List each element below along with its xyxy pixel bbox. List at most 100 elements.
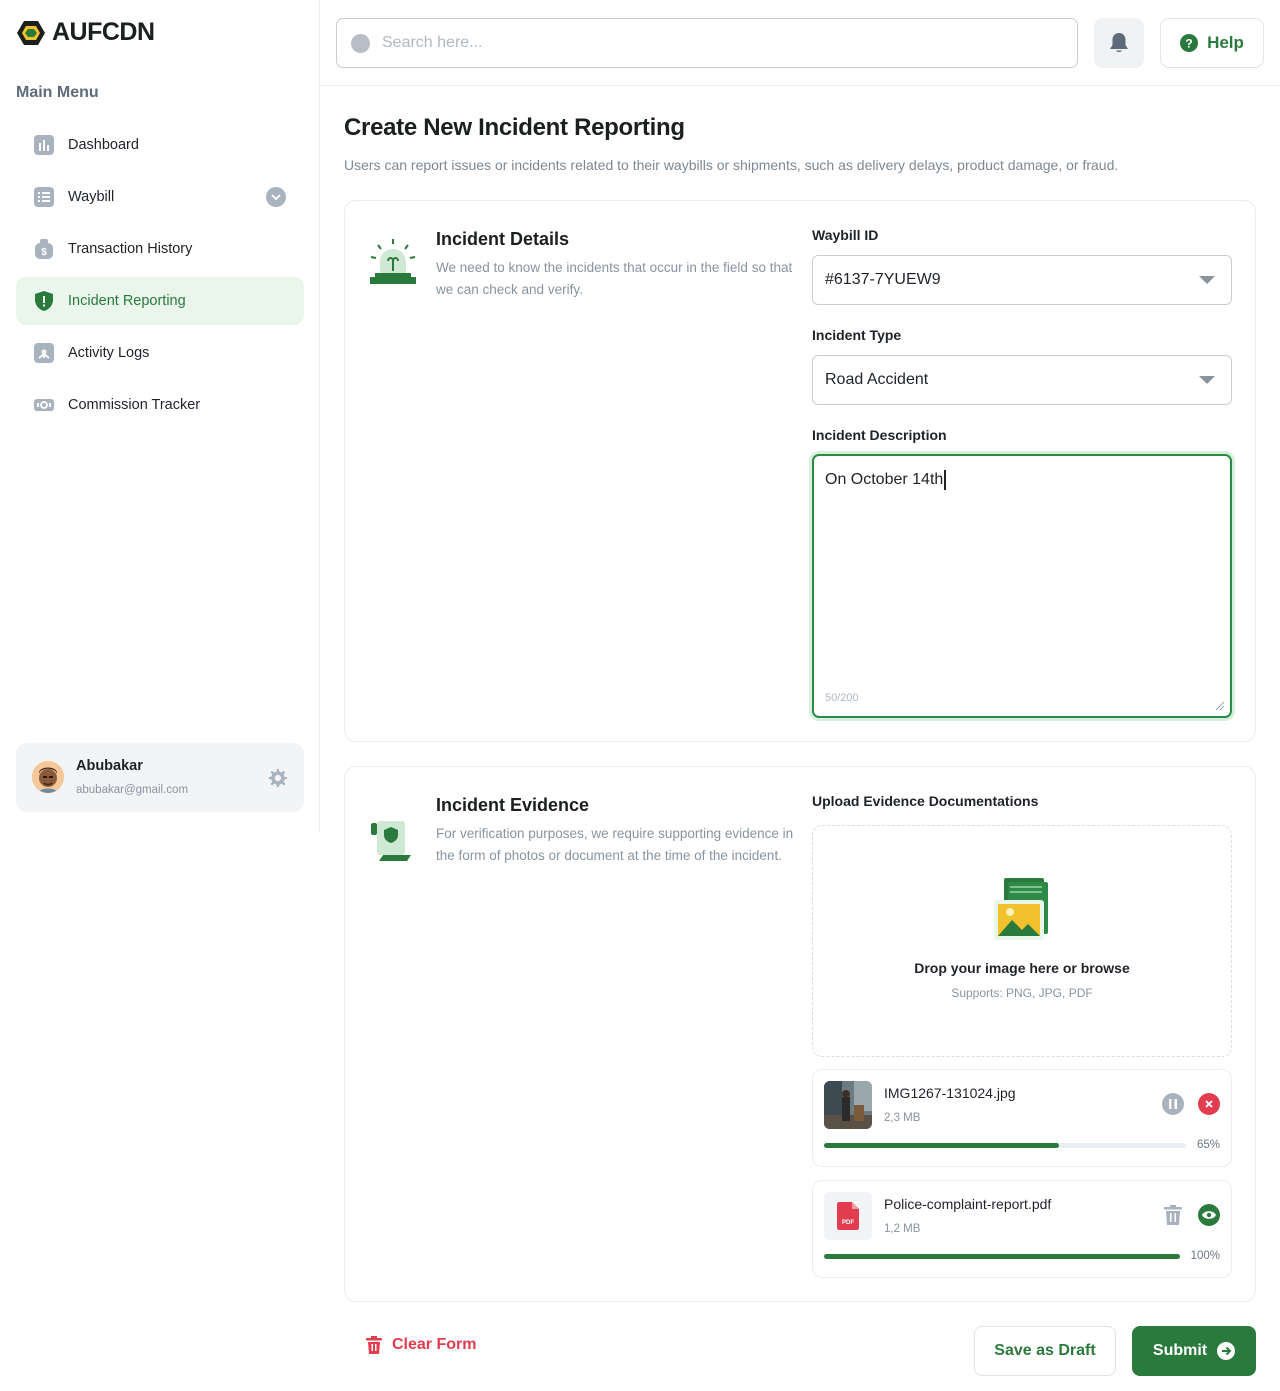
save-draft-button[interactable]: Save as Draft bbox=[974, 1326, 1116, 1376]
dropzone-title: Drop your image here or browse bbox=[914, 960, 1130, 976]
chevron-down-icon[interactable] bbox=[266, 187, 286, 207]
incident-evidence-card: Incident Evidence For verification purpo… bbox=[344, 766, 1256, 1302]
sidebar-item-label: Commission Tracker bbox=[68, 397, 201, 413]
clear-form-button[interactable]: Clear Form bbox=[366, 1336, 476, 1354]
menu-title: Main Menu bbox=[16, 84, 99, 101]
pause-upload-button[interactable] bbox=[1162, 1093, 1184, 1115]
upload-label: Upload Evidence Documentations bbox=[812, 793, 1039, 809]
sidebar-item-transaction-history[interactable]: $ Transaction History bbox=[16, 225, 304, 273]
submit-button[interactable]: Submit bbox=[1132, 1326, 1256, 1376]
image-upload-icon bbox=[994, 878, 1048, 940]
file-thumbnail bbox=[824, 1081, 872, 1129]
sidebar-item-label: Waybill bbox=[68, 189, 115, 205]
activity-icon bbox=[34, 343, 54, 363]
clear-form-label: Clear Form bbox=[392, 1336, 477, 1353]
file-size: 1,2 MB bbox=[884, 1223, 921, 1235]
incident-description-value: On October 14th bbox=[825, 471, 944, 489]
incident-evidence-description: For verification purposes, we require su… bbox=[436, 826, 794, 863]
search-box[interactable] bbox=[336, 18, 1078, 68]
preview-file-button[interactable] bbox=[1198, 1204, 1220, 1226]
user-email: abubakar@gmail.com bbox=[76, 784, 189, 796]
save-draft-label: Save as Draft bbox=[994, 1342, 1096, 1359]
waybill-id-select[interactable]: #6137-7YUEW9 bbox=[812, 255, 1232, 305]
upload-progress-fill bbox=[824, 1143, 1060, 1148]
search-icon bbox=[351, 33, 370, 53]
upload-progress-track bbox=[824, 1143, 1186, 1148]
incident-type-select[interactable]: Road Accident bbox=[812, 355, 1232, 405]
cancel-upload-button[interactable] bbox=[1198, 1093, 1220, 1115]
trash-icon bbox=[366, 1336, 382, 1354]
sidebar-item-activity-logs[interactable]: Activity Logs bbox=[16, 329, 304, 377]
notifications-button[interactable] bbox=[1094, 18, 1144, 68]
arrow-right-circle-icon bbox=[1217, 1342, 1236, 1360]
upload-file-item: PDF Police-complaint-report.pdf 1,2 MB 1… bbox=[812, 1180, 1232, 1278]
incident-description-textarea[interactable]: On October 14th 50/200 bbox=[812, 454, 1232, 718]
incident-details-card: Incident Details We need to know the inc… bbox=[344, 200, 1256, 742]
file-name: IMG1267-131024.jpg bbox=[884, 1085, 1016, 1101]
delete-file-button[interactable] bbox=[1162, 1204, 1184, 1226]
waybill-id-value: #6137-7YUEW9 bbox=[825, 271, 941, 288]
topbar: ? Help bbox=[320, 0, 1280, 86]
sidebar-item-label: Dashboard bbox=[68, 137, 139, 153]
incident-details-description: We need to know the incidents that occur… bbox=[436, 260, 793, 297]
sidebar-item-label: Transaction History bbox=[68, 241, 193, 257]
file-thumbnail: PDF bbox=[824, 1192, 872, 1240]
upload-progress-label: 65% bbox=[1196, 1139, 1220, 1151]
text-cursor bbox=[944, 470, 946, 490]
incident-type-value: Road Accident bbox=[825, 371, 929, 388]
page-subtitle: Users can report issues or incidents rel… bbox=[344, 157, 1119, 173]
svg-text:?: ? bbox=[1185, 37, 1192, 51]
user-name: Abubakar bbox=[76, 758, 143, 774]
sidebar-item-dashboard[interactable]: Dashboard bbox=[16, 121, 304, 169]
shield-document-icon bbox=[371, 821, 411, 861]
brand-logo[interactable]: AUFCDN bbox=[16, 18, 155, 47]
money-bag-icon: $ bbox=[35, 239, 53, 259]
close-icon bbox=[1205, 1100, 1213, 1108]
user-card[interactable]: Abubakar abubakar@gmail.com bbox=[16, 743, 304, 812]
help-icon: ? bbox=[1180, 34, 1199, 52]
eye-icon bbox=[1202, 1211, 1216, 1219]
upload-progress-track bbox=[824, 1254, 1180, 1259]
dropzone-subtitle: Supports: PNG, JPG, PDF bbox=[951, 986, 1093, 1000]
submit-label: Submit bbox=[1152, 1342, 1208, 1359]
resize-handle-icon[interactable] bbox=[1214, 700, 1224, 710]
sidebar-item-waybill[interactable]: Waybill bbox=[16, 173, 304, 221]
shield-alert-icon bbox=[35, 291, 53, 311]
sidebar-item-label: Incident Reporting bbox=[68, 293, 186, 309]
upload-progress-fill bbox=[824, 1254, 1180, 1259]
help-button[interactable]: ? Help bbox=[1160, 18, 1264, 68]
incident-evidence-title: Incident Evidence bbox=[436, 795, 590, 815]
upload-progress-label: 100% bbox=[1190, 1250, 1220, 1262]
file-name: Police-complaint-report.pdf bbox=[884, 1196, 1052, 1212]
app-root: AUFCDN Main Menu Dashboard Waybill $ Tra… bbox=[0, 0, 1280, 1391]
file-size: 2,3 MB bbox=[884, 1112, 921, 1124]
pause-icon bbox=[1169, 1099, 1177, 1109]
search-input[interactable] bbox=[382, 34, 982, 52]
incident-details-title: Incident Details bbox=[436, 229, 570, 249]
avatar bbox=[32, 761, 64, 793]
sidebar-item-commission-tracker[interactable]: Commission Tracker bbox=[16, 381, 304, 429]
upload-file-item: IMG1267-131024.jpg 2,3 MB 65% bbox=[812, 1069, 1232, 1167]
svg-text:$: $ bbox=[41, 247, 47, 258]
help-label: Help bbox=[1207, 33, 1244, 52]
incident-type-label: Incident Type bbox=[812, 327, 902, 343]
gear-icon[interactable] bbox=[266, 767, 288, 789]
dropdown-caret-icon bbox=[1199, 376, 1215, 384]
sidebar-item-incident-reporting[interactable]: Incident Reporting bbox=[16, 277, 304, 325]
trash-icon bbox=[1164, 1205, 1182, 1225]
cash-icon bbox=[34, 399, 54, 411]
waybill-id-label: Waybill ID bbox=[812, 227, 879, 243]
upload-dropzone[interactable]: Drop your image here or browse Supports:… bbox=[812, 825, 1232, 1057]
main-nav: Dashboard Waybill $ Transaction History … bbox=[16, 121, 304, 433]
pdf-badge: PDF bbox=[842, 1220, 854, 1226]
logo-icon bbox=[17, 20, 45, 45]
sidebar-item-label: Activity Logs bbox=[68, 345, 150, 361]
siren-icon bbox=[370, 239, 416, 284]
sidebar: AUFCDN Main Menu Dashboard Waybill $ Tra… bbox=[0, 0, 320, 832]
pdf-file-icon: PDF bbox=[837, 1202, 859, 1230]
incident-description-label: Incident Description bbox=[812, 427, 947, 443]
list-icon bbox=[34, 187, 54, 207]
brand-name: AUFCDN bbox=[52, 18, 155, 46]
bell-icon bbox=[1110, 33, 1128, 52]
dropdown-caret-icon bbox=[1199, 276, 1215, 284]
